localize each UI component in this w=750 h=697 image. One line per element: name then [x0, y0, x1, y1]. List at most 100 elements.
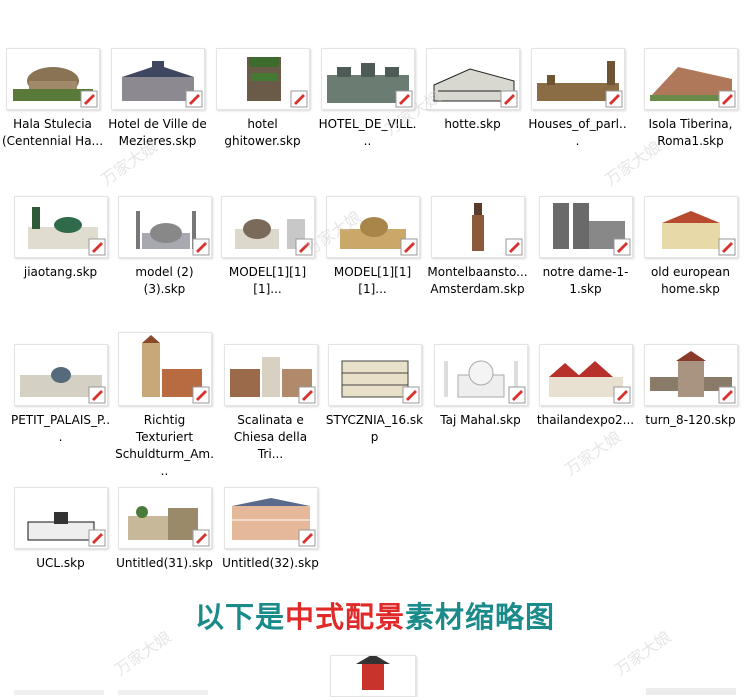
partial-thumbnail — [118, 690, 208, 695]
file-name: hotte.skp — [444, 117, 501, 131]
building-thumbnail — [643, 196, 738, 258]
sketchup-icon — [185, 90, 202, 108]
sketchup-icon — [295, 238, 312, 256]
sketchup-icon — [298, 386, 315, 404]
building-thumbnail — [320, 48, 415, 110]
file-item[interactable]: hotte.skp — [420, 48, 525, 133]
sketchup-icon — [718, 90, 735, 108]
file-item[interactable]: Houses_of_parl... — [525, 48, 630, 150]
building-thumbnail — [117, 196, 212, 258]
section-banner: 以下是中式配景素材缩略图 — [0, 594, 750, 636]
file-name: thailandexpo2... — [536, 413, 635, 427]
sketchup-icon — [508, 386, 525, 404]
file-name: Hala Stulecia (Centennial Ha... — [2, 117, 104, 148]
sketchup-icon — [192, 238, 209, 256]
file-item[interactable]: STYCZNIA_16.skp — [322, 344, 427, 446]
building-thumbnail — [530, 48, 625, 110]
file-item[interactable]: Montelbaansto... Amsterdam.skp — [425, 196, 530, 298]
file-item[interactable]: Hotel de Ville de Mezieres.skp — [105, 48, 210, 150]
sketchup-icon — [400, 238, 417, 256]
file-item[interactable]: Hala Stulecia (Centennial Ha... — [0, 48, 105, 150]
sketchup-icon — [88, 529, 105, 547]
sketchup-icon — [718, 238, 735, 256]
building-thumbnail — [5, 48, 100, 110]
lantern-preview — [356, 656, 390, 690]
sketchup-icon — [613, 238, 630, 256]
file-item[interactable]: PETIT_PALAIS_P... — [8, 344, 113, 446]
file-name: PETIT_PALAIS_P... — [10, 413, 111, 444]
file-item[interactable]: thailandexpo2... — [533, 344, 638, 429]
sketchup-icon — [192, 529, 209, 547]
file-item[interactable]: Richtig Texturiert Schuldturm_Am... — [112, 332, 217, 480]
sketchup-icon — [605, 90, 622, 108]
file-item[interactable]: jiaotang.skp — [8, 196, 113, 281]
file-name: Untitled(32).skp — [222, 556, 319, 570]
file-item[interactable]: HOTEL_DE_VILL... — [315, 48, 420, 150]
model-preview — [471, 203, 484, 251]
sketchup-icon — [402, 386, 419, 404]
building-thumbnail — [643, 48, 738, 110]
file-item[interactable]: Scalinata e Chiesa della Tri... — [218, 344, 323, 463]
file-item[interactable]: Untitled(31).skp — [112, 487, 217, 572]
file-item[interactable]: turn_8-120.skp — [638, 344, 743, 429]
sketchup-icon — [718, 386, 735, 404]
sketchup-icon — [395, 90, 412, 108]
sketchup-icon — [613, 386, 630, 404]
building-thumbnail — [325, 196, 420, 258]
building-thumbnail — [425, 48, 520, 110]
sketchup-icon — [290, 90, 307, 108]
file-name: jiaotang.skp — [23, 265, 98, 279]
file-name: Scalinata e Chiesa della Tri... — [233, 413, 308, 461]
building-thumbnail — [13, 196, 108, 258]
building-thumbnail — [538, 344, 633, 406]
partial-thumbnail — [14, 690, 104, 695]
file-grid: Hala Stulecia (Centennial Ha... Hotel de… — [0, 0, 750, 697]
sketchup-icon — [80, 90, 97, 108]
sketchup-icon — [192, 386, 209, 404]
file-item[interactable]: hotel ghitower.skp — [210, 48, 315, 150]
building-thumbnail — [538, 196, 633, 258]
file-item[interactable]: old european home.skp — [638, 196, 743, 298]
file-name: Taj Mahal.skp — [440, 413, 521, 427]
sketchup-icon — [88, 238, 105, 256]
building-thumbnail — [433, 344, 528, 406]
sketchup-icon — [500, 90, 517, 108]
building-thumbnail — [215, 48, 310, 110]
file-name: hotel ghitower.skp — [224, 117, 301, 148]
building-thumbnail — [223, 344, 318, 406]
partial-thumbnail — [330, 655, 416, 697]
file-item[interactable]: MODEL[1][1][1]... — [215, 196, 320, 298]
file-name: turn_8-120.skp — [645, 413, 736, 427]
building-thumbnail — [643, 344, 738, 406]
file-item[interactable]: Isola Tiberina, Roma1.skp — [638, 48, 743, 150]
file-name: Richtig Texturiert Schuldturm_Am... — [115, 413, 214, 478]
file-item[interactable]: notre dame-1-1.skp — [533, 196, 638, 298]
file-name: old european home.skp — [650, 265, 731, 296]
sketchup-icon — [298, 529, 315, 547]
banner-text-3: 素材缩略图 — [405, 600, 556, 634]
file-name: MODEL[1][1][1]... — [333, 265, 412, 296]
file-item[interactable]: MODEL[1][1][1]... — [320, 196, 425, 298]
file-item[interactable]: Taj Mahal.skp — [428, 344, 533, 429]
building-thumbnail — [13, 487, 108, 549]
building-thumbnail — [13, 344, 108, 406]
building-thumbnail — [117, 332, 212, 406]
file-item[interactable]: UCL.skp — [8, 487, 113, 572]
file-name: STYCZNIA_16.skp — [325, 413, 424, 444]
file-name: MODEL[1][1][1]... — [228, 265, 307, 296]
file-name: notre dame-1-1.skp — [542, 265, 629, 296]
banner-text-2: 中式配景 — [284, 600, 405, 634]
file-name: Isola Tiberina, Roma1.skp — [648, 117, 733, 148]
file-name: HOTEL_DE_VILL... — [318, 117, 417, 148]
building-thumbnail — [220, 196, 315, 258]
file-item[interactable]: model (2) (3).skp — [112, 196, 217, 298]
building-thumbnail — [223, 487, 318, 549]
building-thumbnail — [327, 344, 422, 406]
file-name: Untitled(31).skp — [116, 556, 213, 570]
partial-thumbnail — [646, 688, 736, 695]
sketchup-icon — [88, 386, 105, 404]
building-thumbnail — [110, 48, 205, 110]
file-item[interactable]: Untitled(32).skp — [218, 487, 323, 572]
file-name: Hotel de Ville de Mezieres.skp — [108, 117, 207, 148]
building-thumbnail — [430, 196, 525, 258]
